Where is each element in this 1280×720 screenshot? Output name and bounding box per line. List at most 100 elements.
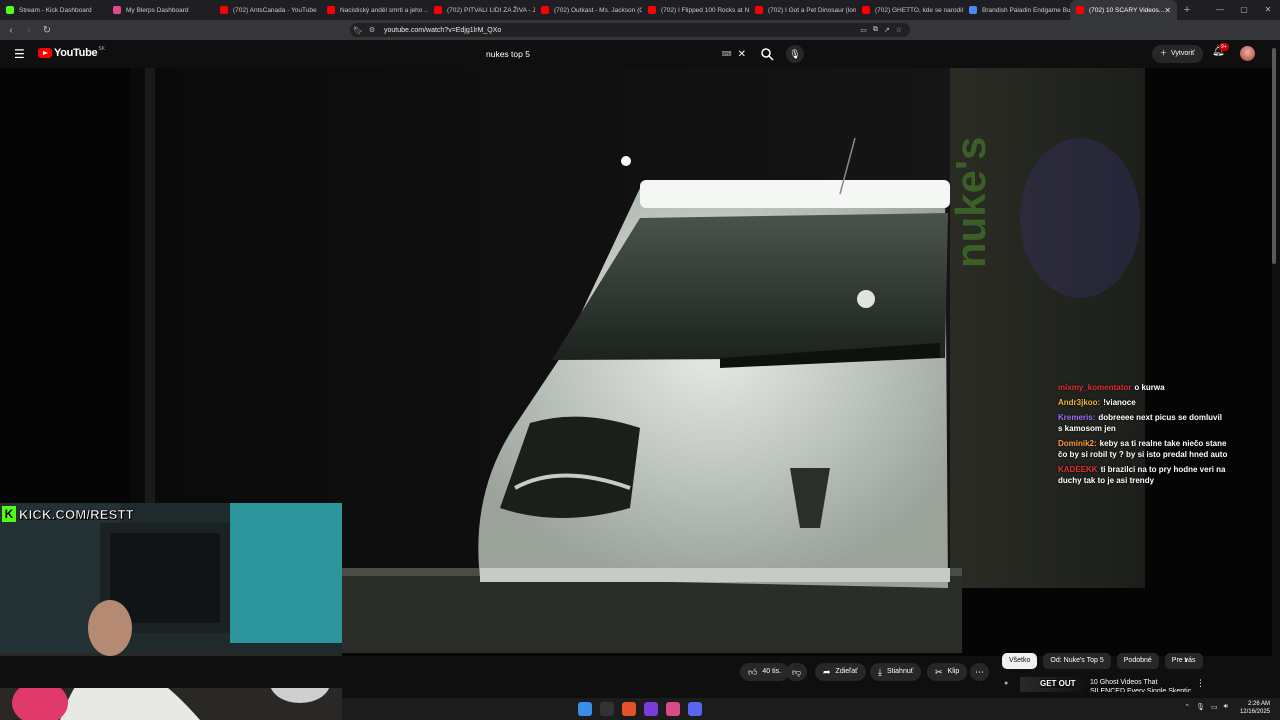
download-button[interactable]: ⤓ Stiahnuť: [870, 663, 922, 681]
tab-title: (702) Outkast - Ms. Jackson (O...: [554, 6, 642, 14]
chat-username: KADEEKK: [1058, 465, 1098, 474]
new-tab-icon[interactable]: +: [1177, 4, 1197, 16]
search-box[interactable]: nukes top 5 ⌨ ✕: [478, 43, 780, 65]
recommended-title[interactable]: 10 Ghost Videos That SILENCED Every Sing…: [1090, 678, 1192, 692]
browser-tab[interactable]: (702) GHETTO, kde se narodil...: [856, 0, 963, 20]
network-icon[interactable]: ▭: [1211, 703, 1218, 711]
browser-tab[interactable]: Nacistický anděl smrti a jeho ...: [321, 0, 428, 20]
like-button[interactable]: 👍︎ 40 tis.: [740, 663, 790, 681]
tab-title: Brandish Paladin Endgame Bu...: [982, 6, 1070, 14]
clip-button[interactable]: ✂ Klip: [927, 663, 968, 681]
globe-icon: [969, 6, 977, 14]
brave-icon[interactable]: [622, 702, 636, 716]
youtube-icon: [220, 6, 228, 14]
chevron-right-icon[interactable]: ›: [1184, 654, 1188, 666]
address-bar[interactable]: 🔖︎ ⚙︎ youtube.com/watch?v=Edjg1lrM_QXo ▭…: [350, 23, 910, 37]
chat-message: Kremeris: dobreeee next picus se domluvil…: [1058, 412, 1228, 434]
like-count: 40 tis.: [762, 668, 782, 675]
search-icon[interactable]: [760, 47, 774, 61]
chevron-up-icon[interactable]: ⌃: [1184, 703, 1190, 711]
chat-overlay: mixmy_komentator o kurwa Andr3jkoo: !vianoc…: [1058, 382, 1228, 490]
system-tray: ⌃ 🎙︎ ▭ 🔊︎: [1184, 703, 1228, 711]
recommended-video[interactable]: ● GET OUT 10 Ghost Videos That SILENCED …: [1000, 676, 1210, 692]
minimize-icon[interactable]: —: [1208, 0, 1232, 20]
clock-time: 2:26 AM: [1247, 701, 1270, 707]
create-button[interactable]: ＋ Vytvoriť: [1152, 45, 1203, 63]
cast-icon[interactable]: ▭: [860, 26, 867, 34]
tab-title: (702) I Got a Pet Dinosaur (lon...: [768, 6, 856, 14]
share-button[interactable]: ➦ Zdieľať: [815, 663, 866, 681]
microphone-icon[interactable]: 🎙︎: [786, 45, 804, 63]
browser-tab[interactable]: (702) PITVALI LIDI ZA ŽIVA - Je...: [428, 0, 535, 20]
clock[interactable]: 2:26 AM 12/16/2025: [1240, 700, 1270, 716]
recommended-thumbnail[interactable]: GET OUT: [1020, 677, 1084, 692]
dislike-button[interactable]: 👎︎: [786, 663, 808, 681]
scissors-icon: ✂: [935, 667, 943, 677]
filter-chip[interactable]: Od: Nuke's Top 5: [1043, 653, 1111, 669]
chrome-icon[interactable]: [666, 702, 680, 716]
xbox-icon[interactable]: [600, 702, 614, 716]
star-icon[interactable]: ☆: [896, 26, 902, 34]
youtube-play-icon: [38, 48, 52, 58]
tab-title: (702) I Flipped 100 Rocks at Ni...: [661, 6, 749, 14]
browser-tab[interactable]: (702) 10 SCARY Videos... ✕: [1070, 0, 1177, 20]
keyboard-icon[interactable]: ⌨: [722, 50, 732, 58]
youtube-logo[interactable]: YouTube SK: [38, 46, 105, 59]
browser-tab[interactable]: (702) Outkast - Ms. Jackson (O...: [535, 0, 642, 20]
reload-icon[interactable]: ↻: [40, 25, 54, 36]
avatar[interactable]: [1240, 46, 1255, 61]
logo-text: YouTube: [54, 47, 98, 59]
more-actions-button[interactable]: ⋯: [970, 663, 989, 681]
discord-icon[interactable]: [688, 702, 702, 716]
youtube-icon: [434, 6, 442, 14]
download-arrow-icon: ⤓: [878, 667, 882, 677]
filter-chip[interactable]: Podobné: [1116, 653, 1159, 669]
thumbs-up-icon: 👍︎: [748, 667, 758, 677]
translate-icon[interactable]: ⧉: [873, 26, 878, 34]
mic-tray-icon[interactable]: 🎙︎: [1196, 703, 1205, 711]
share-page-icon[interactable]: ↗: [884, 26, 890, 34]
browser-tab[interactable]: Brandish Paladin Endgame Bu...: [963, 0, 1070, 20]
chat-message: Andr3jkoo: !vianoce: [1058, 397, 1228, 408]
windows-taskbar: ⌃ 🎙︎ ▭ 🔊︎ 2:26 AM 12/16/2025: [342, 698, 1280, 720]
filter-chip[interactable]: Všetko: [1002, 653, 1038, 669]
forward-icon[interactable]: ›: [22, 25, 36, 36]
clear-search-icon[interactable]: ✕: [738, 49, 746, 60]
browser-tab[interactable]: Stream - Kick Dashboard: [0, 0, 107, 20]
more-vertical-icon[interactable]: ⋮: [1196, 678, 1205, 689]
chat-message: KADEEKK ti brazilci na to pry hodne veri …: [1058, 464, 1228, 486]
tab-title: Nacistický anděl smrti a jeho ...: [340, 6, 428, 14]
search-input[interactable]: nukes top 5: [486, 49, 722, 59]
close-tab-icon[interactable]: ✕: [1164, 6, 1171, 15]
clip-label: Klip: [947, 668, 960, 675]
tab-title: My Blerps Dashboard: [126, 6, 189, 14]
screen: Stream - Kick Dashboard My Blerps Dashboa…: [0, 0, 1280, 720]
chat-username: Andr3jkoo:: [1058, 398, 1101, 407]
youtube-icon: [541, 6, 549, 14]
volume-icon[interactable]: 🔊︎: [1224, 703, 1228, 711]
kick-url: KICK.COM/RESTT: [19, 506, 134, 522]
chat-username: Kremeris:: [1058, 413, 1096, 422]
bookmark-icon[interactable]: 🔖︎: [350, 26, 366, 35]
recommendation-chips: Všetko Od: Nuke's Top 5 Podobné Pre vás: [1002, 653, 1203, 669]
notification-badge: 9+: [1219, 43, 1229, 51]
back-icon[interactable]: ‹: [4, 25, 18, 36]
browser-tab[interactable]: (702) AntsCanada - YouTube: [214, 0, 321, 20]
windows-start-icon[interactable]: [578, 702, 592, 716]
page-scrollbar[interactable]: [1272, 48, 1276, 264]
browser-tab[interactable]: (702) I Got a Pet Dinosaur (lon...: [749, 0, 856, 20]
youtube-icon: [862, 6, 870, 14]
youtube-icon: [648, 6, 656, 14]
twitch-icon[interactable]: [644, 702, 658, 716]
thumbs-down-icon: 👎︎: [792, 667, 802, 677]
maximize-icon[interactable]: ▢: [1232, 0, 1256, 20]
youtube-icon: [755, 6, 763, 14]
channel-watermark: nuke's: [947, 137, 994, 268]
notifications-bell-icon[interactable]: 🔔︎ 9+: [1212, 43, 1229, 57]
hamburger-menu-icon[interactable]: ☰: [14, 48, 25, 60]
taskbar-apps: [578, 702, 702, 716]
browser-tab[interactable]: My Blerps Dashboard: [107, 0, 214, 20]
browser-tab[interactable]: (702) I Flipped 100 Rocks at Ni...: [642, 0, 749, 20]
site-info-icon[interactable]: ⚙︎: [366, 26, 378, 34]
close-window-icon[interactable]: ✕: [1256, 0, 1280, 20]
